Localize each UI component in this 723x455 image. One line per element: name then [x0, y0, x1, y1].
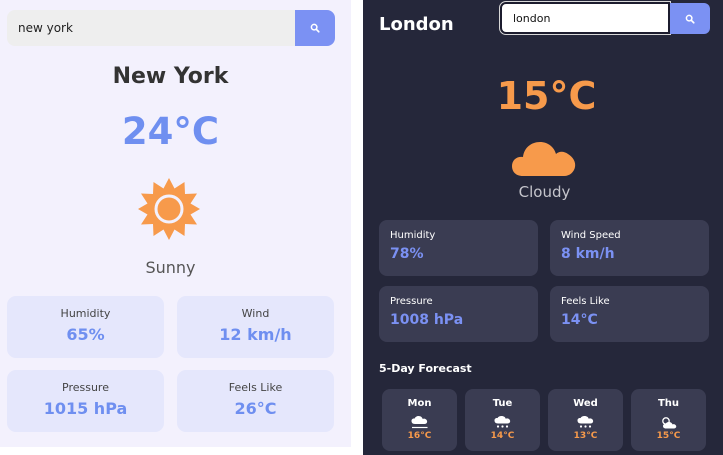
pressure-card: Pressure 1008 hPa [379, 286, 538, 342]
forecast-title: 5-Day Forecast [379, 362, 472, 375]
snow-cloud-icon [494, 416, 510, 428]
wind-speed-card: Wind Speed 8 km/h [550, 220, 709, 276]
pressure-label: Pressure [62, 381, 109, 394]
feels-like-value: 26°C [234, 399, 277, 418]
forecast-day: Wed [573, 398, 598, 409]
weather-condition: Cloudy [518, 183, 571, 201]
current-temperature: 24°C [121, 110, 220, 153]
feels-like-label: Feels Like [228, 381, 283, 394]
forecast-day-card: Wed 13°C [548, 389, 623, 451]
search-icon [685, 14, 695, 24]
pressure-value: 1015 hPa [43, 399, 128, 418]
forecast-day-card: Mon 16°C [382, 389, 457, 451]
city-name: London [379, 14, 454, 35]
weather-condition: Sunny [145, 258, 196, 277]
forecast-day: Mon [407, 398, 432, 409]
pressure-card: Pressure 1015 hPa [7, 370, 164, 432]
rain-cloud-icon [411, 416, 427, 429]
forecast-temp: 13°C [573, 431, 598, 441]
snow-cloud-icon [577, 416, 593, 428]
wind-card: Wind 12 km/h [177, 296, 334, 358]
feels-like-card: Feels Like 26°C [177, 370, 334, 432]
feels-like-card: Feels Like 14°C [550, 286, 709, 342]
pressure-value: 1008 hPa [390, 312, 464, 328]
sun-icon [138, 178, 200, 240]
forecast-temp: 14°C [490, 431, 515, 441]
city-name: New York [112, 64, 229, 89]
partly-cloudy-icon [661, 417, 676, 429]
wind-speed-value: 8 km/h [561, 246, 615, 262]
humidity-label: Humidity [390, 230, 436, 241]
humidity-label: Humidity [60, 307, 111, 320]
search-button[interactable] [670, 3, 710, 34]
forecast-day: Thu [657, 398, 680, 409]
feels-like-value: 14°C [561, 312, 598, 328]
humidity-value: 65% [66, 325, 105, 344]
wind-label: Wind [241, 307, 270, 320]
pressure-label: Pressure [390, 296, 433, 307]
wind-speed-label: Wind Speed [561, 230, 621, 241]
feels-like-label: Feels Like [561, 296, 610, 307]
wind-value: 12 km/h [219, 325, 292, 344]
search-button[interactable] [295, 10, 335, 46]
forecast-day-card: Thu 15°C [631, 389, 706, 451]
city-search-input[interactable] [499, 1, 671, 35]
search-icon [310, 23, 320, 33]
cloud-icon [512, 142, 576, 176]
humidity-value: 78% [390, 246, 424, 262]
forecast-day-card: Tue 14°C [465, 389, 540, 451]
forecast-temp: 16°C [407, 431, 432, 441]
forecast-day: Tue [492, 398, 513, 409]
forecast-temp: 15°C [656, 431, 681, 441]
current-temperature: 15°C [496, 74, 597, 118]
humidity-card: Humidity 65% [7, 296, 164, 358]
humidity-card: Humidity 78% [379, 220, 538, 276]
city-search-input[interactable] [7, 10, 295, 46]
